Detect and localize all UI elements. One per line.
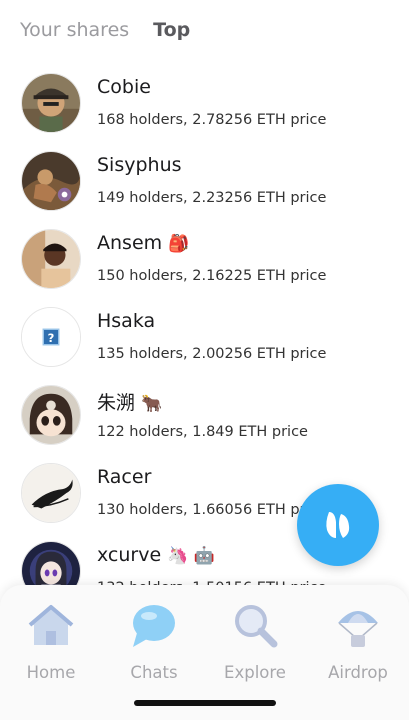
tab-top[interactable]: Top — [153, 19, 190, 41]
share-name: 朱溯 🐂 — [97, 392, 163, 414]
nav-explore[interactable]: Explore — [210, 601, 300, 691]
nav-home-label: Home — [26, 663, 76, 682]
friend-tech-button[interactable] — [297, 484, 379, 566]
avatar — [21, 463, 81, 523]
tab-your-shares[interactable]: Your shares — [20, 19, 129, 41]
avatar: ? — [21, 307, 81, 367]
list-item[interactable]: ? Hsaka 135 holders, 2.00256 ETH price — [0, 306, 409, 384]
avatar — [21, 151, 81, 211]
share-name: Ansem 🎒 — [97, 232, 190, 254]
avatar — [21, 385, 81, 445]
nav-explore-label: Explore — [224, 663, 286, 682]
list-item[interactable]: Cobie 168 holders, 2.78256 ETH price — [0, 72, 409, 150]
nav-airdrop[interactable]: Airdrop — [313, 601, 403, 691]
house-icon — [28, 605, 74, 645]
friend-tech-logo-icon — [326, 512, 350, 538]
svg-text:?: ? — [48, 331, 55, 345]
speech-bubble-icon — [133, 605, 175, 647]
share-name: Hsaka — [97, 310, 156, 332]
list-item[interactable]: Ansem 🎒 150 holders, 2.16225 ETH price — [0, 228, 409, 306]
header-tabs: Your shares Top — [20, 14, 190, 46]
nav-chats[interactable]: Chats — [109, 601, 199, 691]
share-name: Racer — [97, 466, 152, 488]
list-item[interactable]: Sisyphus 149 holders, 2.23256 ETH price — [0, 150, 409, 228]
holders-price: 130 holders, 1.66056 ETH price — [97, 502, 327, 518]
share-name: Cobie — [97, 76, 151, 98]
nav-home[interactable]: Home — [6, 601, 96, 691]
nav-airdrop-label: Airdrop — [328, 663, 388, 682]
holders-price: 149 holders, 2.23256 ETH price — [97, 190, 327, 206]
nav-chats-label: Chats — [130, 663, 178, 682]
avatar — [21, 73, 81, 133]
avatar — [21, 229, 81, 289]
parachute-icon — [338, 611, 378, 647]
home-indicator — [134, 700, 276, 706]
list-item[interactable]: 朱溯 🐂 122 holders, 1.849 ETH price — [0, 384, 409, 462]
holders-price: 122 holders, 1.849 ETH price — [97, 424, 308, 440]
share-name: xcurve 🦄 🤖 — [97, 544, 215, 566]
share-name: Sisyphus — [97, 154, 182, 176]
holders-price: 150 holders, 2.16225 ETH price — [97, 268, 327, 284]
holders-price: 135 holders, 2.00256 ETH price — [97, 346, 327, 362]
magnifier-icon — [235, 605, 278, 648]
holders-price: 168 holders, 2.78256 ETH price — [97, 112, 327, 128]
